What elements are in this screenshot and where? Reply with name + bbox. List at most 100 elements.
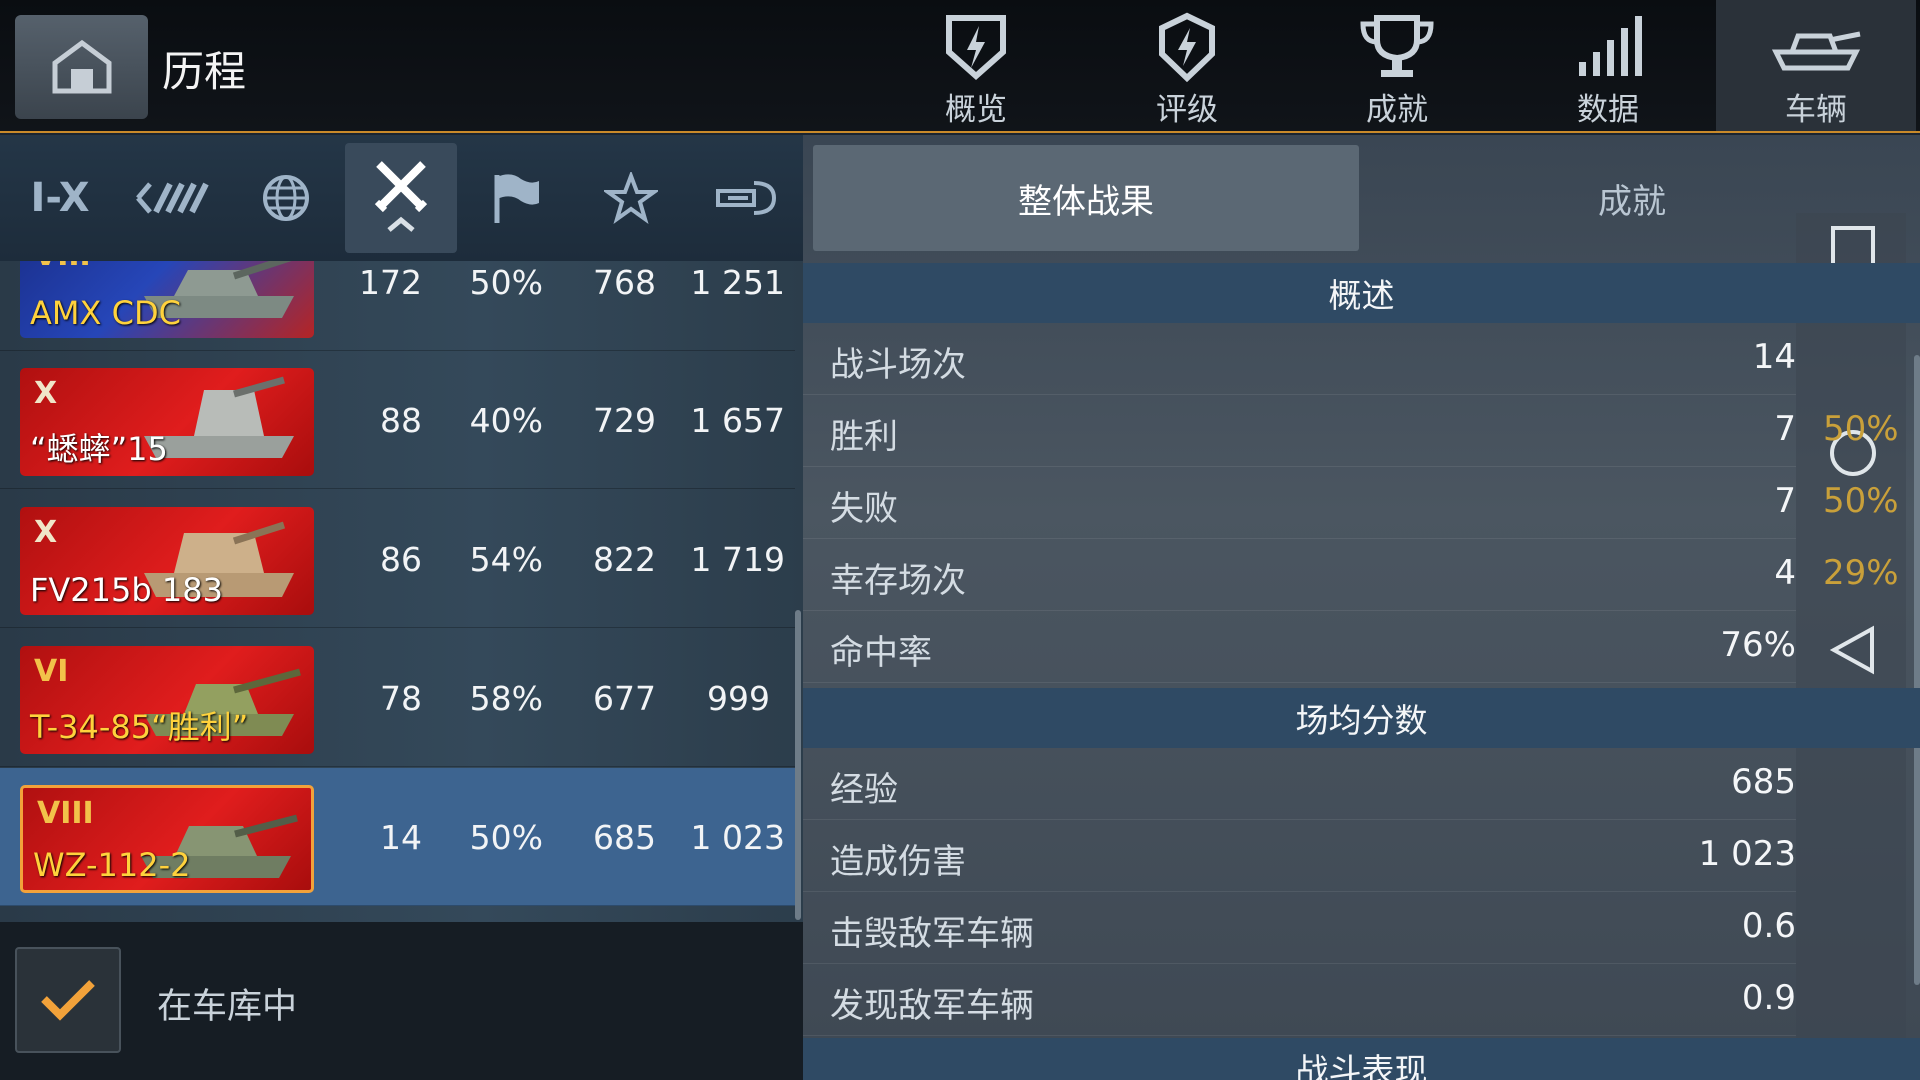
tier-label: VIII (37, 796, 94, 831)
star-icon (604, 172, 658, 224)
bar-signal-icon (1579, 16, 1642, 76)
damage-cell: 1 251 (690, 262, 785, 302)
tab-rating-label: 评级 (1156, 92, 1218, 128)
tab-overview-label: 概览 (945, 92, 1007, 128)
shield-bolt-icon (946, 15, 1006, 81)
stat-value: 1 023 (1698, 834, 1796, 874)
flag-icon (494, 174, 539, 223)
stat-label: 经验 (830, 770, 898, 810)
vehicle-card: X “蟋蟀”15 (20, 368, 314, 476)
battle-type-filter-button[interactable] (345, 143, 457, 253)
vehicle-list[interactable]: VIII AMX CDC 172 50% 768 1 251 X “蟋蟀”15 … (0, 261, 803, 922)
section-average-header: 场均分数 (803, 688, 1920, 748)
vehicle-card: X FV215b 183 (20, 507, 314, 615)
winrate-cell: 54% (469, 539, 543, 579)
damage-cell: 999 (707, 678, 770, 718)
side-control-column (1796, 213, 1906, 1080)
tab-rating[interactable]: 评级 (1087, 0, 1287, 131)
vehicle-name: T-34-85“胜利” (30, 708, 249, 746)
stat-label: 击毁敌军车辆 (830, 914, 1034, 954)
stat-label: 造成伤害 (830, 842, 966, 882)
nation-filter-button[interactable] (116, 143, 228, 253)
vehicle-name: WZ-112-2 (33, 846, 191, 884)
stat-row-survived: 幸存场次 4 29% (803, 539, 1899, 611)
home-button[interactable] (15, 15, 148, 119)
vehicle-card: VIII AMX CDC (20, 261, 314, 338)
winrate-cell: 50% (469, 262, 543, 302)
tab-achievements-label: 成就 (1366, 92, 1428, 128)
damage-cell: 1 657 (690, 400, 785, 440)
stat-value: 14 (1752, 337, 1796, 377)
top-bar: 历程 概览 评级 成就 数据 车辆 (0, 0, 1920, 133)
rating-badge-icon (1159, 12, 1215, 82)
stat-percent: 50% (1823, 409, 1899, 449)
vehicle-row-selected[interactable]: VIII WZ-112-2 14 50% 685 1 023 (0, 768, 795, 906)
stat-row-damage: 造成伤害 1 023 (803, 820, 1796, 892)
vehicle-row[interactable]: VI T-34-85“胜利” 78 58% 677 999 (0, 629, 795, 767)
vehicle-card: VI T-34-85“胜利” (20, 646, 314, 754)
tier-label: X (34, 515, 58, 550)
stat-row-destroyed: 击毁敌军车辆 0.6 (803, 892, 1796, 964)
in-garage-checkbox[interactable] (15, 947, 121, 1053)
stat-label: 幸存场次 (830, 561, 966, 601)
class-filter-button[interactable] (690, 143, 802, 253)
back-triangle-icon[interactable] (1830, 625, 1876, 675)
tank-icon (1771, 31, 1861, 71)
tab-overall-results[interactable]: 整体战果 (813, 145, 1359, 251)
battles-cell: 78 (380, 678, 422, 718)
stat-value: 0.9 (1741, 978, 1796, 1018)
globe-icon (263, 175, 309, 221)
tier-label: VI (34, 654, 69, 689)
region-filter-button[interactable] (230, 143, 342, 253)
vehicle-row[interactable]: X “蟋蟀”15 88 40% 729 1 657 (0, 351, 795, 489)
xp-cell: 768 (593, 262, 656, 302)
stat-value: 4 (1774, 553, 1796, 593)
xp-cell: 729 (593, 400, 656, 440)
tab-overview[interactable]: 概览 (876, 0, 1076, 131)
stat-row-battles: 战斗场次 14 (803, 323, 1796, 395)
battles-cell: 172 (359, 262, 422, 302)
vehicle-filter-bar: I-X (0, 135, 803, 261)
xp-cell: 822 (593, 539, 656, 579)
vehicle-card: VIII WZ-112-2 (20, 785, 314, 893)
tier-label: X (34, 376, 58, 411)
stat-percent: 29% (1823, 553, 1899, 593)
stat-label: 胜利 (830, 417, 898, 457)
garage-filter-bar: 在车库中 (0, 922, 803, 1080)
vehicle-list-scrollbar[interactable] (795, 610, 801, 920)
xp-cell: 677 (593, 678, 656, 718)
crossed-swords-icon (374, 161, 428, 232)
vehicle-row[interactable]: X FV215b 183 86 54% 822 1 719 (0, 490, 795, 628)
checkmark-icon (41, 980, 95, 1021)
winrate-cell: 58% (469, 678, 543, 718)
tab-statistics[interactable]: 数据 (1508, 0, 1708, 131)
stat-value: 0.6 (1741, 906, 1796, 946)
tier-filter-label: I-X (30, 175, 90, 221)
xp-cell: 685 (593, 817, 656, 857)
tier-filter-button[interactable]: I-X (4, 143, 116, 253)
stat-label: 发现敌军车辆 (830, 986, 1034, 1026)
nation-chevrons-icon (136, 182, 209, 214)
trophy-icon (1360, 15, 1434, 77)
battles-cell: 88 (380, 400, 422, 440)
vehicle-stats-panel: 整体战果 成就 概述 战斗场次 14 胜利 7 50% 失败 7 50% 幸存场… (803, 135, 1920, 1080)
stat-label: 战斗场次 (830, 345, 966, 385)
stat-value: 7 (1774, 409, 1796, 449)
tab-achievements[interactable]: 成就 (1297, 0, 1497, 131)
in-garage-label: 在车库中 (157, 987, 298, 1027)
gun-icon (716, 181, 777, 215)
mode-filter-button[interactable] (460, 143, 572, 253)
tab-vehicles[interactable]: 车辆 (1716, 0, 1916, 131)
damage-cell: 1 023 (690, 817, 785, 857)
premium-filter-button[interactable] (575, 143, 687, 253)
tab-vehicles-label: 车辆 (1785, 92, 1847, 128)
stat-label: 命中率 (830, 633, 932, 673)
stats-scrollbar[interactable] (1914, 355, 1920, 985)
battles-cell: 14 (380, 817, 422, 857)
stat-row-hit-ratio: 命中率 76% (803, 611, 1796, 683)
stat-percent: 50% (1823, 481, 1899, 521)
page-title: 历程 (162, 47, 247, 96)
stat-row-victories: 胜利 7 50% (803, 395, 1899, 467)
vehicle-row[interactable]: VIII AMX CDC 172 50% 768 1 251 (0, 261, 795, 351)
tab-statistics-label: 数据 (1577, 92, 1639, 128)
